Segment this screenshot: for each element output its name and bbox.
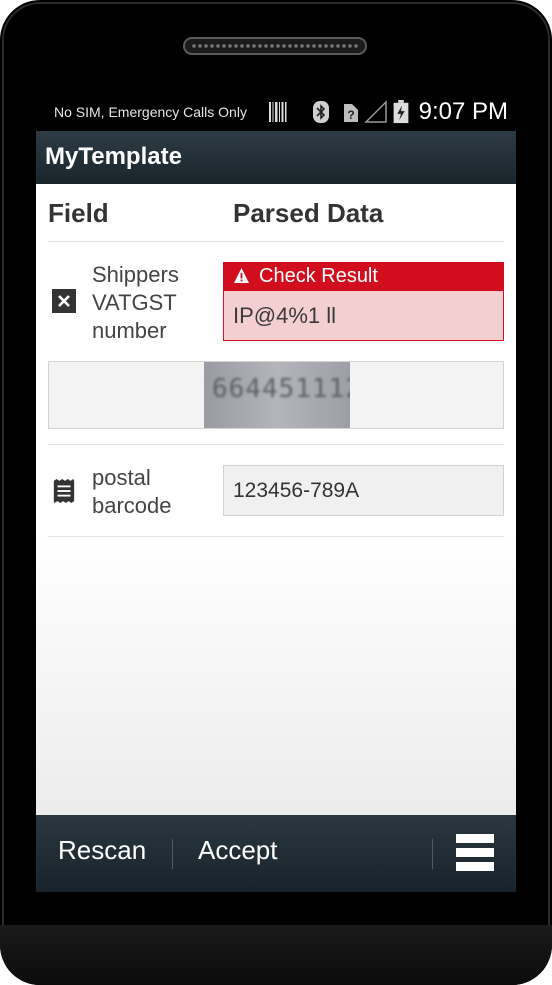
- field-label-postal: postal barcode: [92, 464, 172, 520]
- phone-frame: No SIM, Emergency Calls Only ? 9:07 PM M…: [0, 0, 552, 985]
- battery-charging-icon: [393, 100, 409, 124]
- row-divider: [48, 444, 504, 445]
- header-divider: [48, 241, 504, 242]
- phone-chin: [0, 925, 552, 985]
- content-area: Field Parsed Data Shippers VATGST number…: [36, 184, 516, 815]
- action-separator: [432, 839, 433, 869]
- parsed-value-field-error[interactable]: IP@4%1 ll: [223, 291, 504, 341]
- action-bar: Rescan Accept: [36, 815, 516, 892]
- svg-text:?: ?: [347, 108, 354, 122]
- status-bar: No SIM, Emergency Calls Only ? 9:07 PM: [36, 96, 516, 130]
- captured-image-crop: 664451112: [204, 362, 350, 428]
- field-label-line: number: [92, 318, 167, 343]
- title-bar: MyTemplate: [36, 131, 516, 184]
- signal-icon: [364, 100, 387, 123]
- rescan-button[interactable]: Rescan: [58, 835, 146, 866]
- carrier-text: No SIM, Emergency Calls Only: [54, 104, 247, 120]
- parsed-value-text: IP@4%1 ll: [233, 303, 337, 328]
- check-result-banner: Check Result: [223, 262, 504, 291]
- column-header-parsed-data: Parsed Data: [233, 198, 384, 228]
- field-label-line: postal: [92, 465, 151, 490]
- field-label-line: Shippers: [92, 262, 179, 287]
- column-header-field: Field: [48, 198, 109, 228]
- clock-time: 9:07 PM: [418, 98, 508, 125]
- parsed-value-field[interactable]: 123456-789A: [223, 465, 504, 516]
- captured-image-strip: 664451112: [48, 361, 504, 429]
- menu-icon[interactable]: [456, 834, 494, 872]
- close-box-icon[interactable]: [52, 289, 76, 313]
- field-label-line: VATGST: [92, 290, 177, 315]
- app-screen: MyTemplate Field Parsed Data Shippers VA…: [36, 131, 516, 892]
- speaker-grille: [183, 37, 367, 55]
- accept-button[interactable]: Accept: [198, 835, 278, 866]
- barcode-document-icon[interactable]: [52, 479, 76, 503]
- parsed-value-text: 123456-789A: [233, 479, 360, 502]
- barcode-icon: [269, 102, 287, 122]
- check-result-text: Check Result: [259, 265, 378, 287]
- action-separator: [172, 839, 173, 869]
- field-label-line: barcode: [92, 493, 172, 518]
- field-label-vat: Shippers VATGST number: [92, 261, 179, 345]
- warning-icon: [234, 268, 249, 283]
- app-title: MyTemplate: [45, 143, 182, 170]
- no-sim-icon: ?: [344, 104, 358, 122]
- captured-image-text: 664451112: [212, 374, 350, 404]
- row-divider: [48, 536, 504, 537]
- bluetooth-icon: [313, 101, 329, 123]
